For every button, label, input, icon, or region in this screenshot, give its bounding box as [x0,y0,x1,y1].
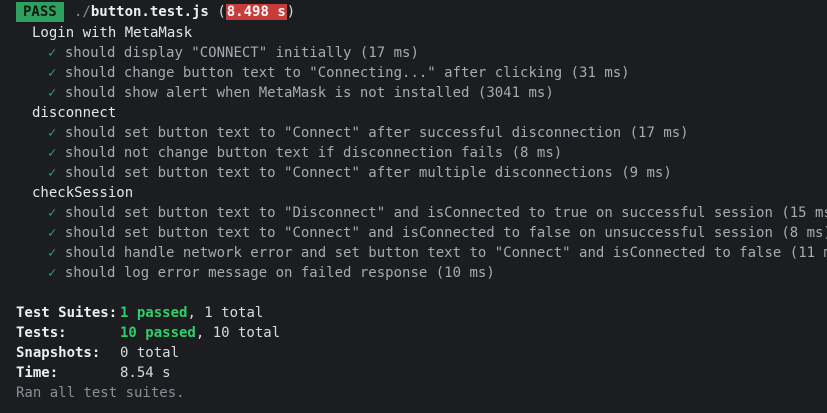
summary-footer: Ran all test suites. [16,385,185,401]
suites-passed: 1 passed [120,305,188,321]
summary-key: Test Suites: [16,305,118,321]
terminal-output: PASS ./button.test.js (8.498 s) Login wi… [0,0,827,413]
paren-close: ) [286,4,296,20]
group-title: Login with MetaMask [32,25,193,41]
summary-key: Snapshots: [16,345,101,361]
check-icon: ✓ [48,65,57,81]
test-result-row: ✓ should set button text to "Disconnect"… [48,205,827,221]
summary-snapshots: Snapshots: 0 total [16,345,180,361]
check-icon: ✓ [48,145,57,161]
summary-time: Time: 8.54 s [16,365,171,381]
check-icon: ✓ [48,165,57,181]
summary-tests: Tests: 10 passed, 10 total [16,325,281,341]
paren-open: ( [217,4,226,20]
test-result-row: ✓ should log error message on failed res… [48,265,495,281]
summary-key: Time: [16,365,59,381]
summary-key: Tests: [16,325,67,341]
check-icon: ✓ [48,245,57,261]
file-dir: ./ [74,4,91,20]
file-name: button.test.js [90,4,209,20]
test-result-row: ✓ should show alert when MetaMask is not… [48,85,554,101]
test-result-row: ✓ should display "CONNECT" initially (17… [48,45,419,61]
check-icon: ✓ [48,85,57,101]
group-title: checkSession [32,185,134,201]
check-icon: ✓ [48,205,57,221]
test-result-row: ✓ should set button text to "Connect" an… [48,225,827,241]
tests-passed: 10 passed [120,325,196,341]
duration-badge: 8.498 s [225,4,287,20]
group-title: disconnect [32,105,117,121]
test-result-row: ✓ should change button text to "Connecti… [48,65,630,81]
summary-test-suites: Test Suites: 1 passed, 1 total [16,305,264,321]
test-result-row: ✓ should handle network error and set bu… [48,245,827,261]
test-result-row: ✓ should not change button text if disco… [48,145,563,161]
check-icon: ✓ [48,45,57,61]
check-icon: ✓ [48,265,57,281]
check-icon: ✓ [48,125,57,141]
test-file-header: ./button.test.js (8.498 s) [74,2,295,22]
pass-status-badge: PASS [16,2,64,22]
check-icon: ✓ [48,225,57,241]
test-result-row: ✓ should set button text to "Connect" af… [48,125,689,141]
test-result-row: ✓ should set button text to "Connect" af… [48,165,672,181]
